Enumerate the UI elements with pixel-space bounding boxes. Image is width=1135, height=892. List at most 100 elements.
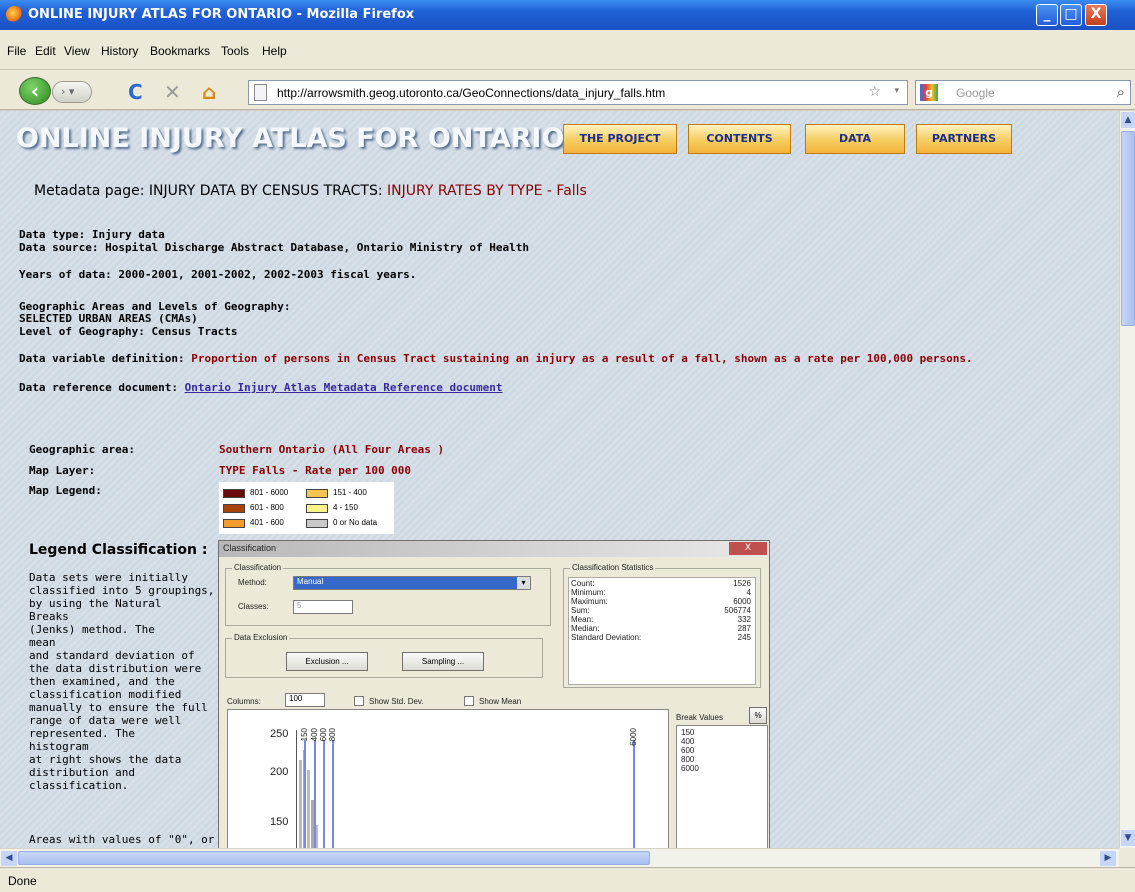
statistics-panel: Count: 1526 Minimum: 4 Maximum: 6000 Sum…: [568, 577, 756, 685]
geography-level: Level of Geography: Census Tracts: [19, 325, 238, 338]
break-label: 600: [319, 728, 328, 742]
classification-text-line: range of data were well: [29, 714, 182, 727]
stat-key: Median:: [571, 624, 600, 633]
stat-value: 332: [737, 615, 751, 624]
scroll-up-icon[interactable]: ▲: [1121, 112, 1135, 128]
stat-value: 245: [737, 633, 751, 642]
scroll-down-icon[interactable]: ▼: [1121, 830, 1135, 846]
url-text: http://arrowsmith.geog.utoronto.ca/GeoCo…: [277, 86, 666, 100]
stop-icon[interactable]: ✕: [164, 80, 181, 104]
classes-value: 5: [297, 601, 302, 610]
address-bar[interactable]: http://arrowsmith.geog.utoronto.ca/GeoCo…: [248, 80, 908, 105]
menu-edit[interactable]: Edit: [35, 44, 56, 58]
nav-data[interactable]: DATA: [805, 124, 905, 154]
definition-text: Proportion of persons in Census Tract su…: [191, 352, 973, 365]
reload-icon[interactable]: C: [128, 80, 143, 104]
histogram-bar: [299, 760, 302, 848]
menu-history[interactable]: History: [101, 44, 138, 58]
stat-value: 1526: [733, 579, 751, 588]
break-line: [323, 740, 325, 848]
status-text: Done: [8, 874, 37, 888]
menu-tools[interactable]: Tools: [221, 44, 249, 58]
forward-button[interactable]: › ▾: [52, 81, 92, 103]
classification-text-line: manually to ensure the full: [29, 701, 208, 714]
close-button[interactable]: X: [1085, 4, 1107, 26]
classification-group: Classification Method: Manual ▾ Classes:…: [225, 563, 551, 626]
home-icon[interactable]: ⌂: [202, 80, 216, 104]
scroll-left-icon[interactable]: ◀: [1, 851, 17, 866]
geo-area-label: Geographic area:: [29, 443, 135, 456]
break-line: [633, 740, 635, 848]
y-tick-label: 150: [270, 816, 289, 828]
classification-text-line: then examined, and the: [29, 675, 175, 688]
break-values-header: Break Values: [676, 713, 723, 722]
nav-contents[interactable]: CONTENTS: [688, 124, 791, 154]
stat-value: 287: [737, 624, 751, 633]
sampling-button: Sampling ...: [402, 652, 484, 671]
chevron-down-icon: ▾: [517, 577, 530, 589]
break-value: 6000: [681, 764, 699, 773]
columns-label: Columns:: [227, 697, 261, 706]
legend-label: 151 - 400: [333, 488, 367, 497]
legend-label: 801 - 6000: [250, 488, 289, 497]
back-button[interactable]: ‹: [19, 77, 51, 105]
break-value: 800: [681, 755, 695, 764]
menu-help[interactable]: Help: [262, 44, 287, 58]
show-std-label: Show Std. Dev.: [369, 697, 424, 706]
y-tick-label: 250: [270, 728, 289, 740]
legend-label: 4 - 150: [333, 503, 358, 512]
data-type: Data type: Injury data: [19, 228, 165, 241]
columns-value: 100: [289, 694, 303, 703]
map-layer-value: TYPE Falls - Rate per 100 000: [219, 464, 412, 477]
percent-button: %: [749, 707, 767, 724]
classes-label: Classes:: [238, 602, 269, 611]
group-label: Classification Statistics: [570, 563, 656, 572]
stat-value: 6000: [733, 597, 751, 606]
vertical-scroll-thumb[interactable]: [1121, 131, 1135, 326]
menu-file[interactable]: File: [7, 44, 26, 58]
reference-label: Data reference document:: [19, 381, 178, 394]
scroll-right-icon[interactable]: ▶: [1100, 851, 1116, 866]
group-label: Data Exclusion: [232, 633, 290, 642]
statistics-group: Classification Statistics Count: 1526 Mi…: [563, 563, 761, 688]
menu-bookmarks[interactable]: Bookmarks: [150, 44, 210, 58]
reference-link[interactable]: Ontario Injury Atlas Metadata Reference …: [185, 381, 503, 394]
search-icon[interactable]: ⌕: [1117, 83, 1125, 101]
bookmark-star-icon[interactable]: ☆: [868, 84, 881, 100]
mean-checkbox: [464, 696, 474, 706]
classification-text-line: histogram: [29, 740, 89, 753]
stat-key: Mean:: [571, 615, 594, 624]
horizontal-scroll-thumb[interactable]: [18, 851, 650, 865]
histogram-bar: [307, 770, 310, 848]
legend-classification-heading: Legend Classification :: [29, 542, 208, 558]
exclusion-button: Exclusion ...: [286, 652, 368, 671]
classification-text-line: (Jenks) method. The: [29, 623, 155, 636]
definition-label: Data variable definition:: [19, 352, 185, 365]
menu-view[interactable]: View: [64, 44, 90, 58]
maximize-button[interactable]: □: [1060, 4, 1082, 26]
break-line: [304, 740, 306, 848]
data-source: Data source: Hospital Discharge Abstract…: [19, 241, 529, 254]
stat-key: Minimum:: [571, 588, 606, 597]
classification-text-line: represented. The: [29, 727, 135, 740]
classes-select: 5: [293, 600, 353, 614]
break-label: 150: [300, 728, 309, 742]
group-label: Classification: [232, 563, 284, 572]
site-title: ONLINE INJURY ATLAS FOR ONTARIO: [16, 123, 565, 154]
stat-key: Sum:: [571, 606, 590, 615]
search-bar[interactable]: g Google ⌕: [915, 80, 1131, 105]
google-icon[interactable]: g: [920, 84, 938, 101]
break-label: 6000: [629, 728, 638, 746]
horizontal-scrollbar[interactable]: ◀ ▶: [0, 848, 1119, 867]
break-line: [314, 740, 316, 848]
std-dev-checkbox: [354, 696, 364, 706]
url-dropdown-icon[interactable]: ▾: [894, 86, 899, 96]
data-exclusion-group: Data Exclusion Exclusion ... Sampling ..…: [225, 633, 543, 678]
nav-partners[interactable]: PARTNERS: [916, 124, 1012, 154]
classification-description: Data sets were initially classified into …: [29, 571, 214, 792]
metadata-heading-suffix: INJURY RATES BY TYPE - Falls: [387, 183, 587, 199]
minimize-button[interactable]: _: [1036, 4, 1058, 26]
nav-the-project[interactable]: THE PROJECT: [563, 124, 677, 154]
geo-area-value: Southern Ontario (All Four Areas ): [219, 443, 445, 456]
vertical-scrollbar[interactable]: ▲ ▼: [1119, 111, 1135, 848]
